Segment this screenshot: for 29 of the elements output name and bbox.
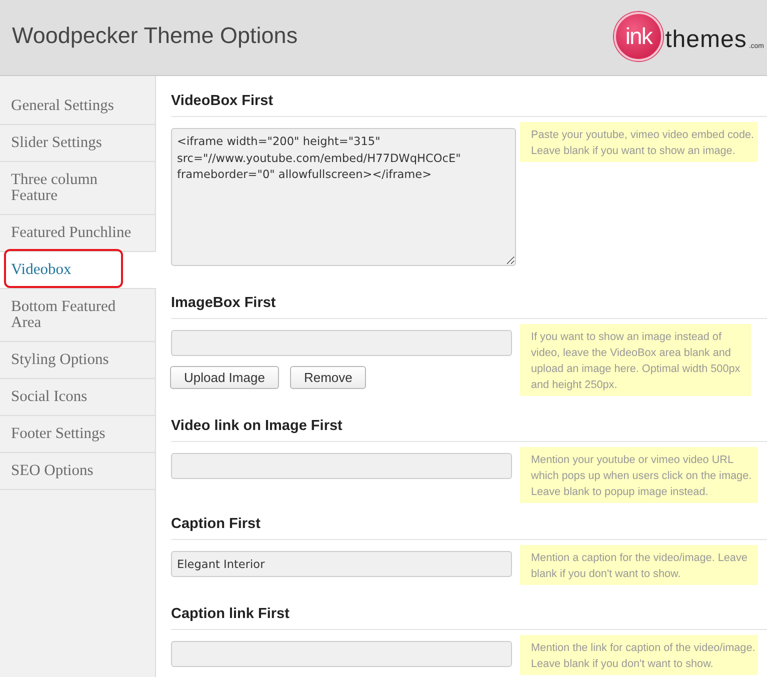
section-heading: VideoBox First: [171, 92, 274, 110]
section-heading: Caption link First: [171, 605, 290, 623]
remove-button[interactable]: Remove: [290, 366, 366, 389]
input-field[interactable]: [171, 453, 512, 479]
sidebar-item[interactable]: Social Icons: [0, 379, 155, 416]
help-note: Paste your youtube, vimeo video embed code. Leave blank if you want to show an image.: [520, 122, 758, 162]
logo-badge: ink: [614, 12, 664, 61]
help-note: Mention a caption for the video/image. Leave blank if you don't want to show.: [520, 545, 758, 585]
upload-button[interactable]: Upload Image: [170, 366, 279, 389]
sidebar-item[interactable]: SEO Options: [0, 453, 155, 490]
input-field[interactable]: [171, 330, 512, 356]
logo-wordmark: themes: [665, 26, 747, 54]
sidebar-item[interactable]: Styling Options: [0, 342, 155, 379]
sidebar-item[interactable]: Videobox: [0, 252, 156, 289]
help-note: If you want to show an image instead of video, leave the VideoBox area blank and upload an image here. Optimal width 500px and height 250px.: [520, 324, 751, 396]
help-note: Mention the link for caption of the video/image. Leave blank if you don't want to show.: [520, 635, 758, 675]
sidebar-item[interactable]: Footer Settings: [0, 416, 155, 453]
section-heading: ImageBox First: [171, 294, 276, 312]
sidebar-item[interactable]: General Settings: [0, 88, 155, 125]
section-heading: Caption First: [171, 515, 260, 533]
sidebar-item[interactable]: Slider Settings: [0, 125, 155, 162]
input-field[interactable]: Elegant Interior: [171, 551, 512, 577]
textarea-field[interactable]: <iframe width="200" height="315" src="//www.youtube.com/embed/H77DWqHCOcE" frameborder="0" allowfullscreen></iframe>: [171, 128, 516, 266]
input-field[interactable]: [171, 641, 512, 667]
sidebar-item[interactable]: Three column Feature: [0, 162, 155, 215]
page-title: Woodpecker Theme Options: [12, 23, 298, 49]
help-note: Mention your youtube or vimeo video URL which pops up when users click on the image. Leave blank to popup image instead.: [520, 447, 758, 503]
section-heading: Video link on Image First: [171, 417, 342, 435]
sidebar-item[interactable]: Bottom Featured Area: [0, 289, 155, 342]
